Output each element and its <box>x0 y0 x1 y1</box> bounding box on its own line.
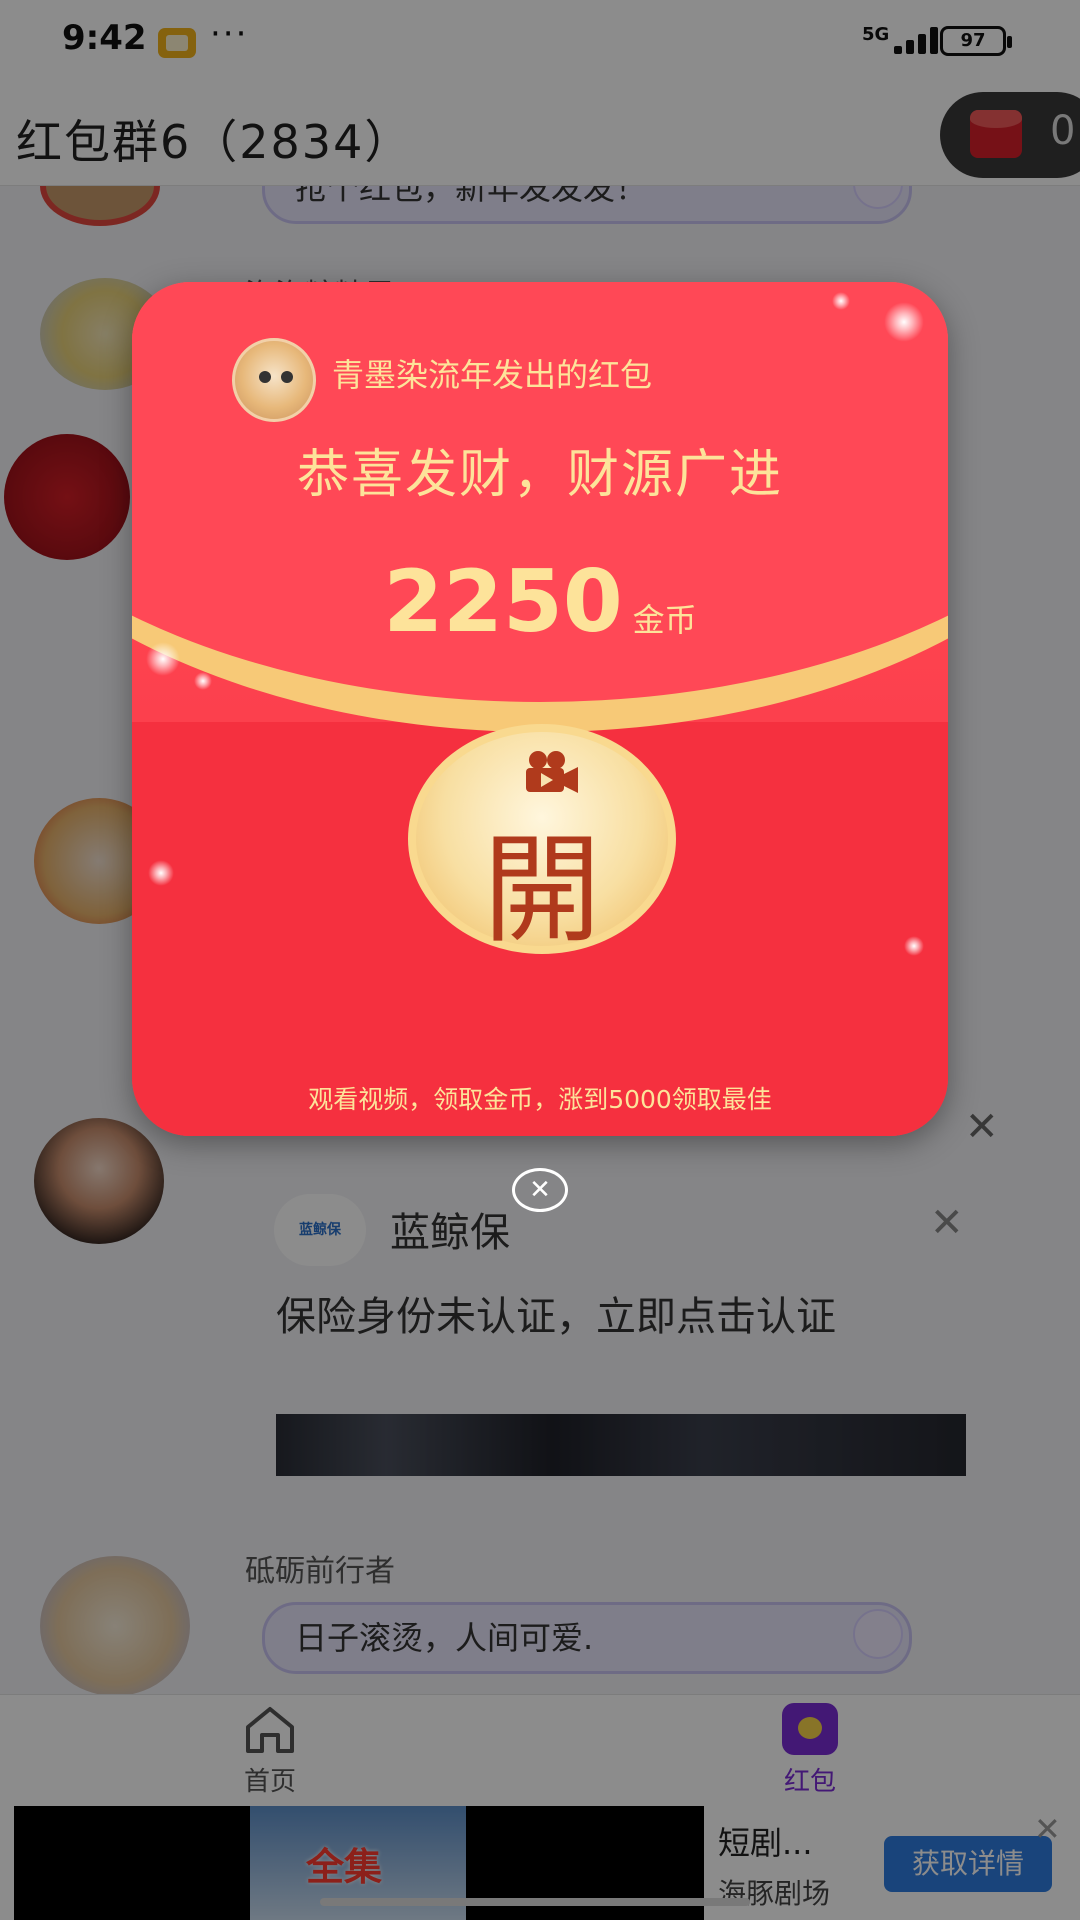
envelope-amount: 2250 金币 <box>132 552 948 652</box>
open-glyph: 開 <box>482 821 601 959</box>
modal-close-icon[interactable]: ✕ <box>512 1168 568 1212</box>
open-redpacket-button[interactable]: 開 <box>408 724 676 959</box>
amount-value: 2250 <box>383 552 623 652</box>
amount-unit: 金币 <box>632 601 697 639</box>
sparkle <box>884 302 924 342</box>
sparkle <box>832 292 850 310</box>
sparkle <box>194 672 212 690</box>
sender-avatar <box>232 338 316 422</box>
camera-icon <box>526 751 578 793</box>
sparkle <box>904 936 924 956</box>
envelope-footer: 观看视频，领取金币，涨到5000领取最佳 <box>308 1085 772 1114</box>
redpacket-modal: 青墨染流年发出的红包 恭喜发财，财源广进 2250 金币 開 观看视频，领取金币，… <box>132 282 948 1136</box>
envelope-wish: 恭喜发财，财源广进 <box>296 445 783 505</box>
envelope-sender: 青墨染流年发出的红包 <box>332 356 653 394</box>
sparkle <box>148 860 174 886</box>
